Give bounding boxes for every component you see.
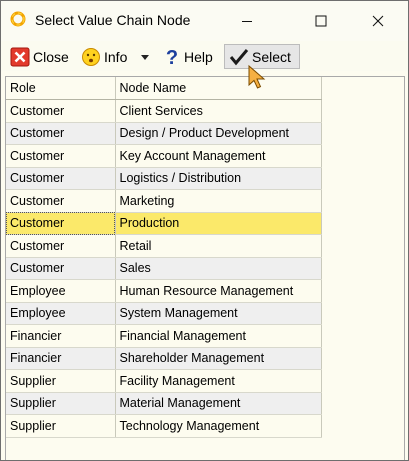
column-header-role[interactable]: Role bbox=[6, 77, 116, 100]
info-label: Info bbox=[104, 48, 128, 65]
table-row[interactable]: Supplier Material Management bbox=[6, 392, 322, 415]
node-name-cell[interactable]: Facility Management bbox=[115, 369, 322, 393]
minimize-button[interactable] bbox=[224, 1, 270, 41]
info-dropdown-button[interactable] bbox=[140, 44, 150, 69]
table-row[interactable]: Supplier Facility Management bbox=[6, 369, 322, 393]
node-name-cell[interactable]: Key Account Management bbox=[115, 144, 322, 168]
mouse-cursor-icon bbox=[248, 64, 266, 89]
help-question-icon: ? bbox=[166, 47, 178, 67]
select-value-chain-node-window: Select Value Chain Node Close Info ? Hel… bbox=[0, 0, 409, 461]
checkmark-icon bbox=[229, 48, 249, 65]
role-cell[interactable]: Customer bbox=[6, 144, 116, 168]
close-label: Close bbox=[33, 48, 69, 65]
role-cell[interactable]: Customer bbox=[6, 122, 116, 145]
maximize-button[interactable] bbox=[298, 1, 344, 41]
node-name-cell[interactable]: Shareholder Management bbox=[115, 347, 322, 370]
table-row[interactable]: Customer Retail bbox=[6, 234, 322, 258]
node-name-cell[interactable]: Retail bbox=[115, 234, 322, 258]
role-cell[interactable]: Employee bbox=[6, 302, 116, 325]
maximize-icon bbox=[315, 15, 327, 27]
table-row[interactable]: Employee Human Resource Management bbox=[6, 279, 322, 303]
node-name-cell[interactable]: Technology Management bbox=[115, 414, 322, 438]
role-cell[interactable]: Supplier bbox=[6, 369, 116, 393]
dropdown-arrow-icon bbox=[141, 54, 149, 60]
role-cell[interactable]: Customer bbox=[6, 212, 116, 235]
node-name-cell[interactable]: Logistics / Distribution bbox=[115, 167, 322, 190]
role-cell[interactable]: Financier bbox=[6, 324, 116, 348]
role-cell[interactable]: Customer bbox=[6, 257, 116, 280]
node-name-cell[interactable]: Production bbox=[115, 212, 322, 235]
node-name-cell[interactable]: Financial Management bbox=[115, 324, 322, 348]
node-name-cell[interactable]: Marketing bbox=[115, 189, 322, 213]
role-cell[interactable]: Customer bbox=[6, 189, 116, 213]
minimize-icon bbox=[242, 21, 252, 22]
toolbar: Close Info ? Help Select bbox=[1, 41, 408, 71]
window-close-button[interactable] bbox=[355, 1, 401, 41]
node-table: Role Node Name Customer Client Services Cu… bbox=[6, 77, 322, 438]
node-name-cell[interactable]: Material Management bbox=[115, 392, 322, 415]
title-bar[interactable]: Select Value Chain Node bbox=[1, 1, 408, 41]
role-cell[interactable]: Customer bbox=[6, 167, 116, 190]
role-cell[interactable]: Supplier bbox=[6, 392, 116, 415]
info-smiley-icon bbox=[82, 47, 100, 66]
select-label: Select bbox=[252, 48, 291, 65]
header-row: Role Node Name bbox=[6, 77, 322, 100]
close-x-icon bbox=[10, 47, 30, 66]
column-header-node-name[interactable]: Node Name bbox=[115, 77, 322, 100]
role-cell[interactable]: Financier bbox=[6, 347, 116, 370]
node-name-cell[interactable]: Sales bbox=[115, 257, 322, 280]
table-row[interactable]: Employee System Management bbox=[6, 302, 322, 325]
close-button[interactable]: Close bbox=[10, 44, 69, 69]
node-name-cell[interactable]: System Management bbox=[115, 302, 322, 325]
table-row[interactable]: Customer Marketing bbox=[6, 189, 322, 213]
role-cell[interactable]: Customer bbox=[6, 234, 116, 258]
table-row[interactable]: Customer Logistics / Distribution bbox=[6, 167, 322, 190]
table-row[interactable]: Customer Design / Product Development bbox=[6, 122, 322, 145]
info-button[interactable]: Info bbox=[81, 44, 127, 69]
table-row[interactable]: Financier Shareholder Management bbox=[6, 347, 322, 370]
node-name-cell[interactable]: Client Services bbox=[115, 99, 322, 123]
help-label: Help bbox=[184, 48, 213, 65]
table-row[interactable]: Customer Client Services bbox=[6, 99, 322, 123]
node-grid[interactable]: Role Node Name Customer Client Services Cu… bbox=[5, 76, 405, 460]
table-row[interactable]: Customer Production bbox=[6, 212, 322, 235]
role-cell[interactable]: Employee bbox=[6, 279, 116, 303]
node-name-cell[interactable]: Design / Product Development bbox=[115, 122, 322, 145]
node-name-cell[interactable]: Human Resource Management bbox=[115, 279, 322, 303]
close-icon bbox=[372, 15, 384, 27]
window-title: Select Value Chain Node bbox=[35, 12, 191, 28]
role-cell[interactable]: Supplier bbox=[6, 414, 116, 438]
table-row[interactable]: Customer Sales bbox=[6, 257, 322, 280]
role-cell[interactable]: Customer bbox=[6, 99, 116, 123]
table-body: Customer Client Services Customer Design / … bbox=[6, 99, 322, 438]
help-button[interactable]: ? Help bbox=[163, 44, 213, 69]
table-row[interactable]: Supplier Technology Management bbox=[6, 414, 322, 438]
svg-text:?: ? bbox=[166, 47, 178, 67]
app-ring-icon bbox=[10, 11, 26, 27]
table-row[interactable]: Customer Key Account Management bbox=[6, 144, 322, 168]
table-row[interactable]: Financier Financial Management bbox=[6, 324, 322, 348]
